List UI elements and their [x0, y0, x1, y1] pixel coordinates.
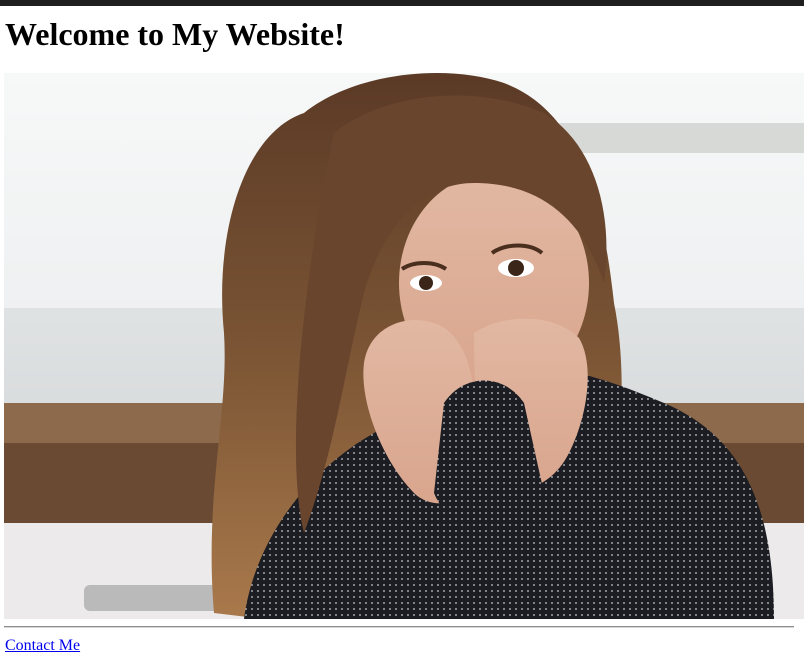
contact-link[interactable]: Contact Me — [5, 636, 80, 656]
divider — [4, 626, 794, 628]
page-title: Welcome to My Website! — [5, 16, 345, 52]
hero-photo — [4, 73, 804, 619]
hero-image — [4, 73, 804, 619]
top-bar — [0, 0, 804, 6]
